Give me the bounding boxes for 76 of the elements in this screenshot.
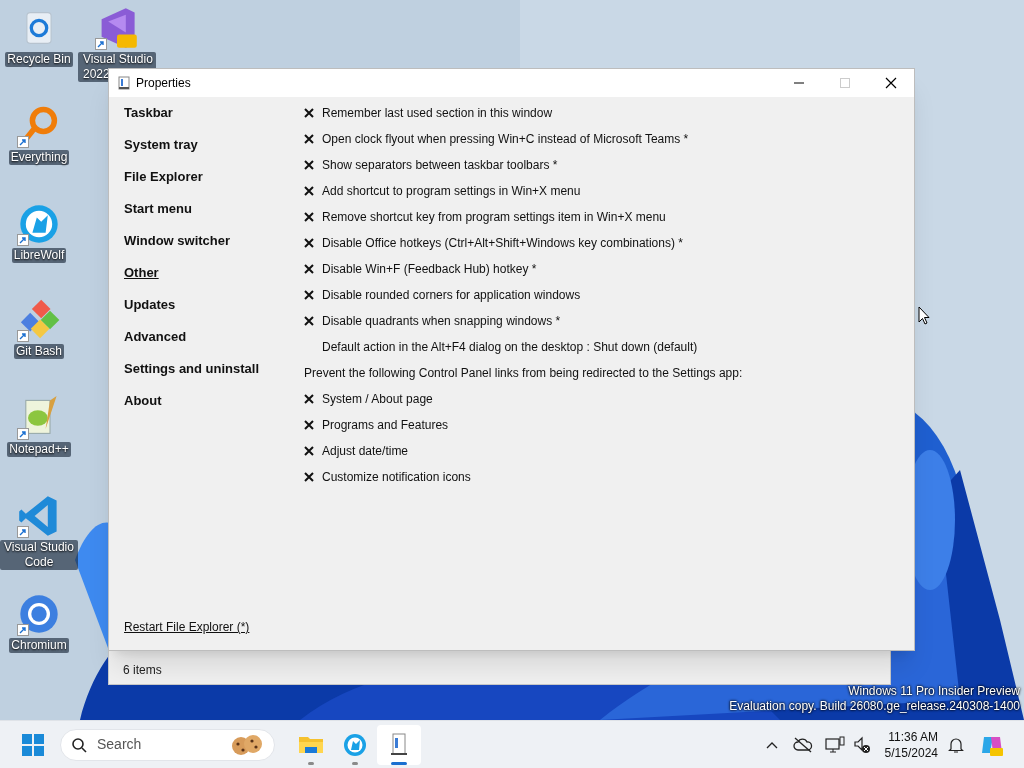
desktop-icon[interactable] [17,298,61,342]
option-dropdown[interactable]: Default action in the Alt+F4 dialog on the desktop : Shut down (default) [322,339,698,355]
watermark-text: Evaluation copy. Build 26080.ge_release.240308-1400 [729,699,1020,714]
shortcut-arrow-icon [17,526,29,538]
desktop-icon[interactable] [17,202,61,246]
x-mark-icon [304,264,314,274]
bell-icon[interactable] [948,735,964,754]
cloud-off-icon[interactable] [792,736,813,753]
desktop-icon[interactable] [17,592,61,636]
nav-link[interactable]: Taskbar [124,105,173,137]
x-mark-icon [304,186,314,196]
desktop-icon-label: Git Bash [14,344,64,359]
chevron-up-icon [765,740,778,749]
option-label: Customize notification icons [322,469,471,485]
shortcut-arrow-icon [17,330,29,342]
option-label: System / About page [322,391,433,407]
option-label: Disable rounded corners for application windows [322,287,581,303]
x-mark-icon [304,212,314,222]
desktop-icon[interactable] [95,6,139,50]
nav-link[interactable]: Advanced [124,329,187,361]
nav-link[interactable]: Other [124,265,159,297]
desktop-icon-label: LibreWolf [11,248,67,263]
x-mark-icon [304,108,314,118]
option-label: Disable quadrants when snapping windows * [322,313,561,329]
x-mark-icon [304,134,314,144]
search-input[interactable]: Search [97,734,217,755]
x-mark-icon [304,238,314,248]
x-mark-icon [304,446,314,456]
option-label: Disable Office hotkeys (Ctrl+Alt+Shift+Windows key combinations) * [322,235,683,251]
option-label: Remove shortcut key from program settings item in Win+X menu [322,209,666,225]
close-icon [885,77,897,89]
volume-muted-icon[interactable] [852,735,871,754]
option-label: Programs and Features [322,417,449,433]
option-label: Add shortcut to program settings in Win+X menu [322,183,581,199]
status-text: 6 items [123,662,162,679]
nav-link[interactable]: Window switcher [124,233,231,265]
nav-link[interactable]: System tray [124,137,198,169]
x-mark-icon [304,394,314,404]
nav-link[interactable]: Settings and uninstall [124,361,260,393]
desktop-icon-label: Everything [8,150,70,165]
option-label: Remember last used section in this window [322,105,553,121]
shortcut-arrow-icon [95,38,107,50]
section-heading: Prevent the following Control Panel links from being redirected to the Settings app: [304,365,743,381]
option-label: Open clock flyout when pressing Win+C instead of Microsoft Teams * [322,131,689,147]
nav-link[interactable]: File Explorer [124,169,203,201]
nav-link[interactable]: Updates [124,297,176,329]
shortcut-arrow-icon [17,624,29,636]
search-icon [71,736,87,753]
x-mark-icon [304,420,314,430]
search-bar[interactable]: Search [60,728,275,761]
nav-link[interactable]: Start menu [124,201,192,233]
taskbar-app-button[interactable] [377,724,421,765]
maximize-icon [840,78,850,88]
shortcut-arrow-icon [17,234,29,246]
windows-logo-icon [22,733,44,756]
option-label: Disable Win+F (Feedback Hub) hotkey * [322,261,537,277]
cookie-icon [230,732,264,757]
desktop-icon-label: Notepad++ [7,442,71,457]
app-icon [118,76,130,90]
x-mark-icon [304,160,314,170]
clock[interactable]: 11:36 AM 5/15/2024 [884,728,938,761]
desktop-icon-label: Chromium [9,638,69,653]
x-mark-icon [304,472,314,482]
nav-link[interactable]: About [124,393,162,425]
option-label: Adjust date/time [322,443,409,459]
option-label: Show separators between taskbar toolbars * [322,157,558,173]
shortcut-arrow-icon [17,428,29,440]
mouse-cursor-icon [918,306,930,325]
desktop-icon-label: Visual Studio Code [0,540,78,570]
restart-link[interactable]: Restart File Explorer (*) [124,618,250,636]
desktop-icon-label: Recycle Bin [5,52,73,67]
x-mark-icon [304,316,314,326]
x-mark-icon [304,290,314,300]
start-button[interactable] [20,731,46,758]
network-icon[interactable] [824,735,845,754]
shortcut-arrow-icon [17,136,29,148]
